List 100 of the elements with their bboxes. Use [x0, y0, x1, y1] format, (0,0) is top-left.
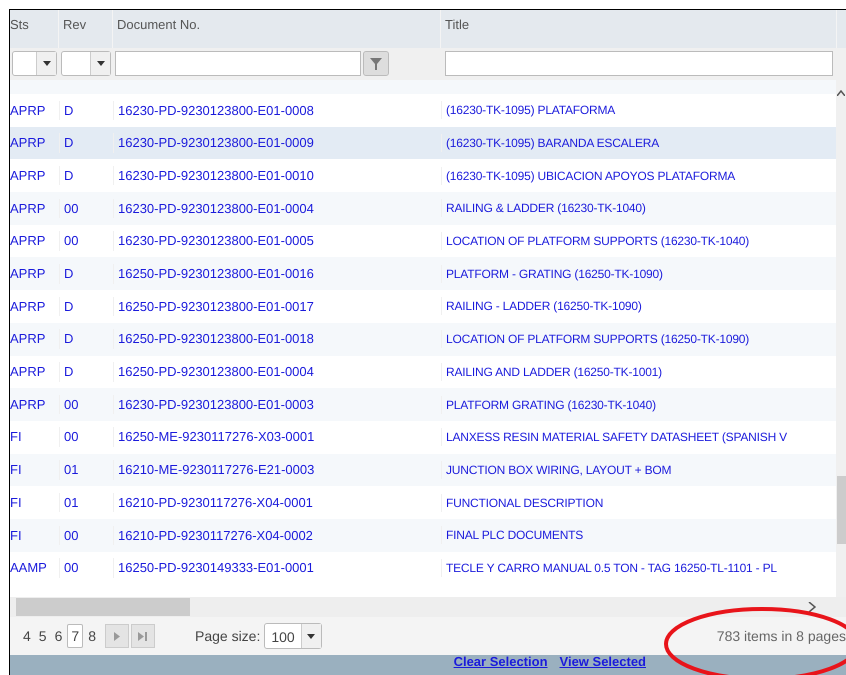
table-cell: D — [59, 329, 113, 349]
table-cell: JUNCTION BOX WIRING, LAYOUT + BOM — [441, 460, 676, 479]
skip-end-icon — [138, 632, 148, 640]
table-row[interactable]: AAMP 00 16250-PD-9230149333-E01-0001 TECLE Y CARRO MANUAL 0.5 TON - TAG 16250-TL-1101 - PL — [10, 552, 836, 584]
next-page-button[interactable] — [104, 624, 129, 648]
table-cell: PLATFORM - GRATING (16250-TK-1090) — [441, 264, 667, 283]
table-cell-text: APRP — [10, 232, 46, 250]
table-cell: 16230-PD-9230123800-E01-0010 — [113, 166, 441, 186]
table-cell: 16210-PD-9230117276-X04-0002 — [113, 526, 441, 546]
table-cell: RAILING AND LADDER (16250-TK-1001) — [441, 362, 666, 381]
table-cell: FINAL PLC DOCUMENTS — [441, 526, 588, 544]
table-cell-text: FI — [10, 494, 23, 512]
filter-button[interactable] — [363, 51, 389, 76]
table-cell-text: APRP — [10, 265, 46, 284]
table-cell-text: APRP — [10, 396, 46, 414]
table-row[interactable]: FI 01 16210-PD-9230117276-X04-0001 FUNCTIONAL DESCRIPTION — [10, 486, 836, 519]
play-icon — [114, 632, 120, 640]
table-row[interactable]: APRP D 16250-PD-9230123800-E01-0016 PLATFORM - GRATING (16250-TK-1090) — [10, 257, 836, 290]
table-row[interactable]: APRP D 16250-PD-9230123800-E01-0018 LOCATION OF PLATFORM SUPPORTS (16250-TK-1090) — [10, 322, 836, 356]
table-cell: 16250-PD-9230149333-E01-0001 — [113, 558, 441, 578]
table-cell-text: FI — [10, 526, 23, 545]
table-cell: D — [59, 296, 113, 316]
filter-dropdown[interactable] — [12, 51, 57, 76]
table-cell: LOCATION OF PLATFORM SUPPORTS (16230-TK-1040) — [441, 232, 754, 250]
table-cell: TECLE Y CARRO MANUAL 0.5 TON - TAG 16250-TL-1101 - PL — [441, 558, 781, 577]
scrollbar-thumb[interactable] — [836, 476, 846, 544]
page-link[interactable]: 8 — [85, 624, 99, 648]
table-cell: 16210-ME-9230117276-E21-0003 — [113, 460, 441, 480]
table-cell: 00 — [59, 198, 113, 218]
table-cell-text: APRP — [10, 134, 46, 152]
table-row[interactable]: APRP 00 16230-PD-9230123800-E01-0004 RAILING & LADDER (16230-TK-1040) — [10, 192, 836, 225]
table-row[interactable]: APRP 00 16230-PD-9230123800-E01-0005 LOCATION OF PLATFORM SUPPORTS (16230-TK-1040) — [10, 224, 836, 258]
table-cell-text: APRP — [10, 200, 46, 218]
table-cell: 01 — [59, 460, 113, 480]
table-cell: PLATFORM GRATING (16230-TK-1040) — [441, 396, 660, 414]
table-cell-text: APRP — [10, 166, 46, 185]
page-link[interactable]: 4 — [20, 624, 34, 648]
table-cell-text: APRP — [10, 330, 46, 348]
table-cell: 16250-PD-9230123800-E01-0016 — [113, 264, 441, 284]
table-row[interactable]: APRP D 16250-PD-9230123800-E01-0017 RAILING - LADDER (16250-TK-1090) — [10, 290, 836, 323]
table-cell: (16230-TK-1095) BARANDA ESCALERA — [441, 134, 664, 152]
table-cell: LOCATION OF PLATFORM SUPPORTS (16250-TK-1090) — [441, 330, 754, 348]
caret-icon — [42, 61, 50, 66]
table-cell-text: APRP — [10, 298, 46, 316]
table-cell: 16230-PD-9230123800-E01-0008 — [113, 100, 441, 120]
horizontal-scrollbar[interactable] — [10, 597, 846, 617]
table-cell: 00 — [59, 394, 113, 414]
table-cell: 16250-ME-9230117276-X03-0001 — [113, 427, 441, 447]
table-cell: 00 — [59, 558, 113, 578]
table-row[interactable]: APRP D 16230-PD-9230123800-E01-0009 (16230-TK-1095) BARANDA ESCALERA — [10, 126, 836, 160]
table-cell: FUNCTIONAL DESCRIPTION — [441, 494, 608, 512]
caret-icon — [96, 61, 104, 66]
filter-field[interactable] — [115, 51, 361, 76]
filter-dropdown[interactable] — [61, 51, 111, 76]
funnel-icon — [370, 58, 382, 70]
table-cell-text: FI — [10, 461, 23, 480]
page-link[interactable]: 5 — [36, 624, 50, 648]
table-cell: 16230-PD-9230123800-E01-0004 — [113, 198, 441, 218]
table-row[interactable]: APRP D 16250-PD-9230123800-E01-0004 RAILING AND LADDER (16250-TK-1001) — [10, 356, 836, 388]
table-cell-text: APRP — [10, 363, 46, 382]
table-cell: D — [59, 100, 113, 120]
table-row[interactable]: APRP 00 16230-PD-9230123800-E01-0003 PLATFORM GRATING (16230-TK-1040) — [10, 388, 836, 421]
table-row[interactable]: FI 00 16250-ME-9230117276-X03-0001 LANXESS RESIN MATERIAL SAFETY DATASHEET (SPANISH V — [10, 420, 836, 454]
table-cell: 01 — [59, 492, 113, 512]
table-cell: 16230-PD-9230123800-E01-0009 — [113, 133, 441, 153]
footer-link[interactable]: Clear Selection — [454, 655, 548, 669]
table-cell: D — [59, 264, 113, 284]
table-cell: (16230-TK-1095) UBICACION APOYOS PLATAFORMA — [441, 166, 740, 185]
table-row[interactable]: APRP D 16230-PD-9230123800-E01-0008 (16230-TK-1095) PLATAFORMA — [10, 94, 836, 127]
table-cell-text: FI — [10, 428, 23, 446]
table-row[interactable]: FI 01 16210-ME-9230117276-E21-0003 JUNCTION BOX WIRING, LAYOUT + BOM — [10, 454, 836, 486]
table-cell: D — [59, 166, 113, 186]
table-cell: RAILING & LADDER (16230-TK-1040) — [441, 199, 650, 218]
table-cell: 16250-PD-9230123800-E01-0018 — [113, 329, 441, 349]
table-cell-text: AAMP — [10, 559, 48, 578]
page-size-label: Page size: — [194, 626, 260, 646]
item-count: 783 items in 8 pages — [716, 626, 846, 646]
table-cell: 16230-PD-9230123800-E01-0003 — [113, 394, 441, 414]
table-cell: 00 — [59, 427, 113, 447]
table-cell-text: APRP — [10, 102, 46, 120]
footer-link[interactable]: View Selected — [560, 655, 646, 669]
table-cell: D — [59, 133, 113, 153]
page-link[interactable]: 7 — [67, 624, 84, 648]
table-cell: 00 — [59, 231, 113, 251]
table-cell: (16230-TK-1095) PLATAFORMA — [441, 101, 620, 120]
table-row[interactable]: FI 00 16210-PD-9230117276-X04-0002 FINAL PLC DOCUMENTS — [10, 518, 836, 552]
table-cell: LANXESS RESIN MATERIAL SAFETY DATASHEET (SPANISH V — [441, 428, 791, 446]
table-cell: 16210-PD-9230117276-X04-0001 — [113, 492, 441, 512]
table-cell: 16250-PD-9230123800-E01-0017 — [113, 296, 441, 316]
page-link[interactable]: 6 — [52, 624, 66, 648]
table-cell: 16250-PD-9230123800-E01-0004 — [113, 362, 441, 382]
last-page-button[interactable] — [130, 624, 155, 648]
table-cell: D — [59, 362, 113, 382]
filter-field[interactable] — [445, 51, 833, 76]
page-size-dropdown[interactable]: 100 — [264, 623, 322, 649]
table-cell: 16230-PD-9230123800-E01-0005 — [113, 231, 441, 251]
table-row[interactable]: APRP D 16230-PD-9230123800-E01-0010 (16230-TK-1095) UBICACION APOYOS PLATAFORMA — [10, 159, 836, 192]
table-cell: 00 — [59, 526, 113, 546]
caret-icon — [307, 634, 316, 638]
table-cell: RAILING - LADDER (16250-TK-1090) — [441, 297, 646, 316]
